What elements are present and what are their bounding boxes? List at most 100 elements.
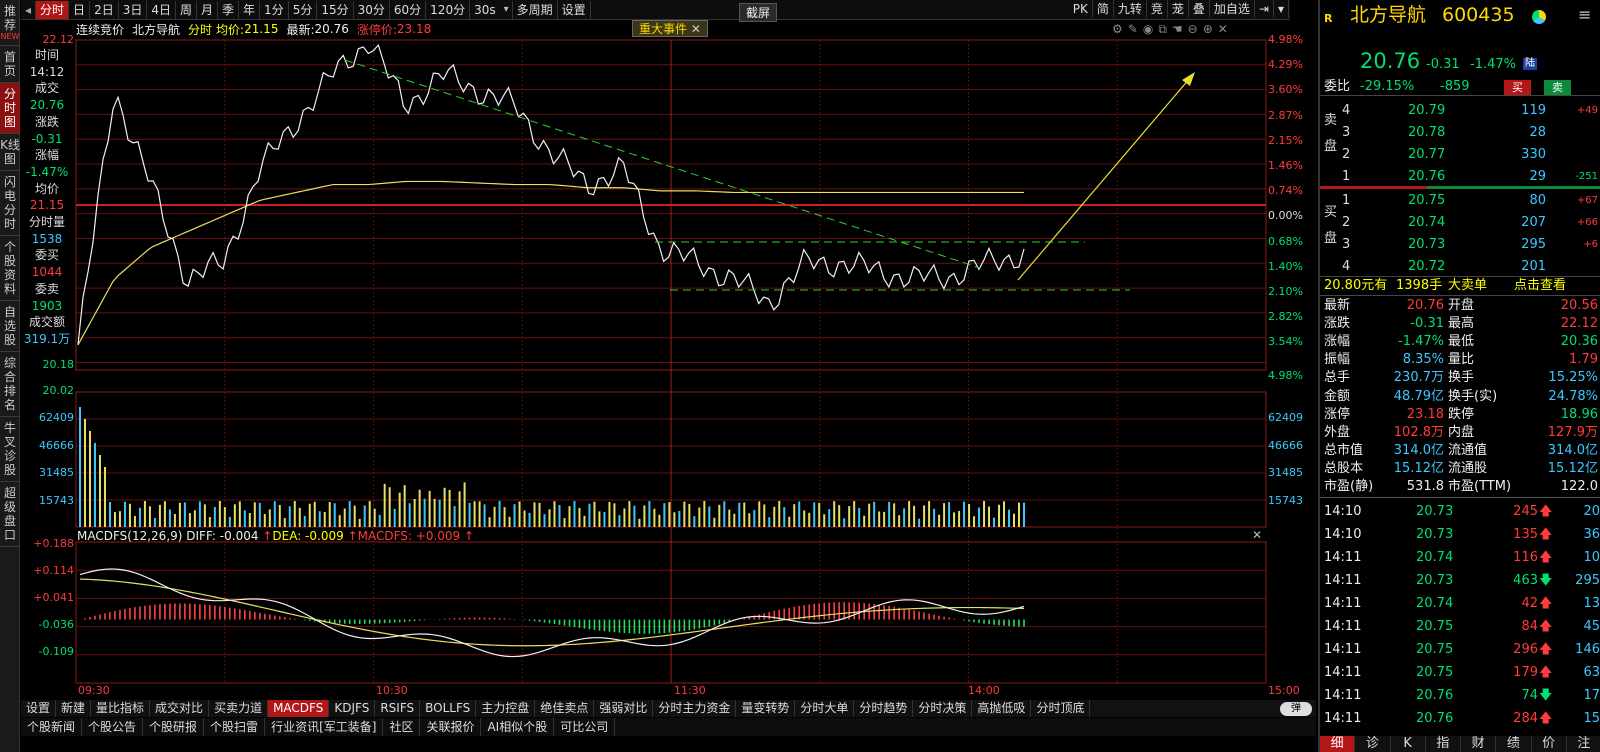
bullet-toggle[interactable]: 弹 xyxy=(1280,702,1312,716)
indicator-tab[interactable]: 强弱对比 xyxy=(594,700,654,717)
indicator-tab[interactable]: 分时主力资金 xyxy=(653,700,737,717)
stat-value: 14:12 xyxy=(29,64,65,79)
r-icon: R xyxy=(1324,12,1333,25)
quote-tab[interactable]: 财 xyxy=(1461,736,1497,752)
indicator-tab[interactable]: KDJFS xyxy=(329,700,376,717)
arrow-up-icon: 🡅 xyxy=(1539,504,1553,519)
news-tab[interactable]: 个股公告 xyxy=(82,718,144,736)
news-tab[interactable]: 个股扫雷 xyxy=(204,718,266,736)
pct-axis-label: 4.29% xyxy=(1268,58,1303,72)
pct-axis-label: 3.54% xyxy=(1268,335,1303,349)
quote-tab[interactable]: 细 xyxy=(1320,736,1356,752)
ask-row[interactable]: 4 20.79 119 +49 xyxy=(1320,102,1600,120)
menu-icon[interactable]: ≡ xyxy=(1578,6,1591,24)
quote-tab[interactable]: K xyxy=(1391,736,1426,752)
ask-price: 20.78 xyxy=(1408,125,1446,140)
news-tab[interactable]: 行业资讯[军工装备] xyxy=(265,718,384,736)
indicator-tab[interactable]: 新建 xyxy=(56,700,92,717)
arrow-up-icon: ↑ xyxy=(347,529,358,543)
quote-tab[interactable]: 价 xyxy=(1532,736,1567,752)
macd-axis-label: +0.041 xyxy=(33,591,74,604)
bid-row[interactable]: 4 20.72 201 xyxy=(1320,258,1600,276)
quote-tab[interactable]: 绩 xyxy=(1496,736,1532,752)
indicator-tab[interactable]: 主力控盘 xyxy=(476,700,536,717)
big-order-link[interactable]: 点击查看 xyxy=(1514,277,1566,295)
quote-change-pct: -1.47% xyxy=(1470,57,1516,72)
time-axis-label: 15:00 xyxy=(1268,684,1300,697)
news-tab[interactable]: 关联报价 xyxy=(420,718,482,736)
quote-tab[interactable]: 诊 xyxy=(1355,736,1391,752)
news-tab[interactable]: 个股新闻 xyxy=(21,718,83,736)
sell-button[interactable]: 卖 xyxy=(1544,80,1571,95)
intraday-chart[interactable] xyxy=(0,0,1316,700)
tick-row: 14:11 20.75 84 🡅 45 xyxy=(1320,618,1600,636)
fundamental-row: 涨幅 -1.47% 最低 20.36 xyxy=(1320,333,1600,351)
indicator-tab[interactable]: 绝佳卖点 xyxy=(535,700,595,717)
indicator-tab[interactable]: 高抛低吸 xyxy=(972,700,1032,717)
buy-button[interactable]: 买 xyxy=(1504,80,1531,95)
quote-stock-name: 北方导航 xyxy=(1350,4,1427,26)
tick-count: 63 xyxy=(1583,665,1600,680)
indicator-tab[interactable]: BOLLFS xyxy=(420,700,477,717)
fund-label: 开盘 xyxy=(1448,298,1475,313)
fund-label: 市盈(TTM) xyxy=(1448,479,1512,494)
ask-row[interactable]: 3 20.78 28 xyxy=(1320,124,1600,142)
bid-row[interactable]: 2 20.74 207 +66 xyxy=(1320,214,1600,232)
indicator-tab[interactable]: RSIFS xyxy=(375,700,421,717)
fund-value: 15.12亿 xyxy=(1547,460,1598,476)
weibi-label: 委比 xyxy=(1324,79,1351,94)
pct-axis-label: 4.98% xyxy=(1268,368,1303,382)
tick-row: 14:10 20.73 245 🡅 20 xyxy=(1320,503,1600,521)
quote-bottom-tabs: 细诊K指财绩价注 xyxy=(1320,736,1600,752)
tick-row: 14:11 20.75 296 🡅 146 xyxy=(1320,641,1600,659)
bid-row[interactable]: 3 20.73 295 +6 xyxy=(1320,236,1600,254)
stat-label: 成交额 xyxy=(28,315,65,330)
indicator-tab[interactable]: 分时顶底 xyxy=(1031,700,1091,717)
indicator-tab[interactable]: 量变转势 xyxy=(736,700,796,717)
indicator-tab[interactable]: 设置 xyxy=(21,700,57,717)
bid-change: +67 xyxy=(1576,195,1598,206)
quote-stock-code: 600435 xyxy=(1442,4,1515,26)
quote-tab[interactable]: 指 xyxy=(1426,736,1461,752)
pie-chart-icon[interactable] xyxy=(1532,10,1546,24)
pct-axis-label: 2.82% xyxy=(1268,310,1303,324)
indicator-tab[interactable]: 分时趋势 xyxy=(854,700,914,717)
big-order-row[interactable]: 20.80元有 1398手 大卖单 点击查看 xyxy=(1320,276,1600,296)
indicator-tab[interactable]: 量比指标 xyxy=(91,700,151,717)
ask-row[interactable]: 1 20.76 29 -251 xyxy=(1320,168,1600,186)
ask-volume: 29 xyxy=(1529,169,1546,184)
news-tab[interactable]: 个股研报 xyxy=(143,718,205,736)
volume-axis-label: 62409 xyxy=(1268,411,1303,424)
ask-row[interactable]: 2 20.77 330 xyxy=(1320,146,1600,164)
tick-price: 20.73 xyxy=(1416,504,1454,519)
arrow-down-icon: 🡇 xyxy=(1539,573,1553,588)
stat-label: 涨跌 xyxy=(34,114,59,129)
quote-tab[interactable]: 注 xyxy=(1567,736,1600,752)
indicator-tab[interactable]: 成交对比 xyxy=(150,700,210,717)
tick-count: 36 xyxy=(1583,527,1600,542)
news-tab[interactable]: 社区 xyxy=(383,718,421,736)
close-icon[interactable]: ✕ xyxy=(1252,528,1262,542)
macd-value: MACDFS: +0.009 xyxy=(357,529,461,543)
tick-price: 20.73 xyxy=(1416,527,1454,542)
stat-value: 319.1万 xyxy=(23,331,71,346)
fund-value: 15.25% xyxy=(1548,370,1598,386)
news-tab[interactable]: 可比公司 xyxy=(554,718,616,736)
indicator-tab[interactable]: 分时决策 xyxy=(913,700,973,717)
tick-volume: 116 xyxy=(1513,550,1538,565)
stat-value: 1538 xyxy=(31,231,63,246)
bid-volume: 80 xyxy=(1529,193,1546,208)
cursor-stats: 时间 14:12 成交 20.76 涨跌 -0.31 涨幅 -1.47% 均价 21.15 分时量 1… xyxy=(22,47,72,348)
indicator-tab[interactable]: 买卖力道 xyxy=(209,700,269,717)
indicator-tab[interactable]: 分时大单 xyxy=(795,700,855,717)
indicator-tabs: 设置 新建 量比指标 成交对比 买卖力道 MACDFS KDJFS RSIFS BOLLFS 主力… xyxy=(21,700,1316,717)
news-tab[interactable]: AI相似个股 xyxy=(481,718,555,736)
indicator-tab[interactable]: MACDFS xyxy=(268,700,330,717)
dea-line xyxy=(79,578,1025,647)
arrow-up-icon: 🡅 xyxy=(1539,527,1553,542)
tick-count: 13 xyxy=(1583,596,1600,611)
tick-count: 10 xyxy=(1583,550,1600,565)
bid-row[interactable]: 1 20.75 80 +67 xyxy=(1320,192,1600,210)
pct-axis-label: 1.40% xyxy=(1268,259,1303,273)
fund-value: 18.96 xyxy=(1560,406,1598,422)
